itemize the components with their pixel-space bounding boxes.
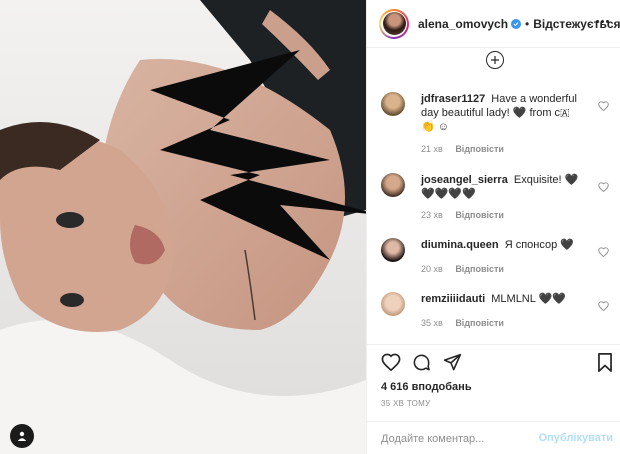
commenter-avatar[interactable] [381,292,405,316]
comment-input[interactable] [381,431,541,447]
tag-icon[interactable] [10,424,34,448]
comment-username[interactable]: jdfraser1127 [421,93,485,105]
post-header: alena_omovych • Відстежується [367,0,620,48]
comment-composer: Опублікувати [367,421,620,454]
post-timestamp: 35 ХВ ТОМУ [381,399,431,408]
verified-badge-icon [511,18,522,29]
reply-button[interactable]: Відповісти [455,318,504,328]
likes-count[interactable]: 4 616 вподобань [381,381,472,393]
comment-text-block: joseangel_sierra Exquisite! 🖤🖤🖤🖤🖤 [421,173,586,201]
comment-age: 35 хв [421,318,443,328]
commenter-avatar[interactable] [381,92,405,116]
following-button[interactable]: Відстежується [533,17,620,31]
comment-username[interactable]: remziiiidauti [421,293,485,305]
comment-text: MLMLNL 🖤🖤 [491,293,566,305]
like-comment-icon[interactable] [598,298,609,316]
comment-item: diumina.queen Я спонсор 🖤 20 хв Відповіс… [381,238,613,278]
comment-item: joseangel_sierra Exquisite! 🖤🖤🖤🖤🖤 23 хв … [381,173,613,220]
comment-meta: 20 хв Відповісти [421,264,514,274]
post-photo[interactable] [0,0,366,454]
post-actions: 4 616 вподобань 35 ХВ ТОМУ Опублікувати [367,344,620,450]
commenter-avatar[interactable] [381,173,405,197]
reply-button[interactable]: Відповісти [455,210,504,220]
comment-meta: 21 хв Відповісти [421,144,514,154]
author-avatar[interactable] [379,8,409,39]
post-side-panel: alena_omovych • Відстежується jdfraser11… [366,0,620,454]
comment-meta: 35 хв Відповісти [421,318,514,328]
comment-text-block: jdfraser1127 Have a wonderful day beauti… [421,92,586,134]
comment-username[interactable]: diumina.queen [421,239,499,251]
comment-bubble-icon[interactable] [412,353,431,377]
comment-age: 21 хв [421,144,443,154]
like-comment-icon[interactable] [598,244,609,262]
like-comment-icon[interactable] [598,179,609,197]
more-options-icon[interactable] [596,20,609,23]
publish-button[interactable]: Опублікувати [539,432,613,444]
reply-button[interactable]: Відповісти [455,264,504,274]
reply-button[interactable]: Відповісти [455,144,504,154]
comment-text: Я спонсор 🖤 [504,239,574,251]
header-separator: • [525,16,530,31]
comment-item: remziiiidauti MLMLNL 🖤🖤 35 хв Відповісти [381,292,613,332]
comment-item: jdfraser1127 Have a wonderful day beauti… [381,92,613,154]
share-direct-icon[interactable] [443,353,462,377]
comment-text-block: remziiiidauti MLMLNL 🖤🖤 [421,292,586,306]
bookmark-icon[interactable] [597,353,613,377]
author-username[interactable]: alena_omovych [418,17,508,31]
commenter-avatar[interactable] [381,238,405,262]
load-more-comments-icon[interactable] [486,51,504,69]
like-comment-icon[interactable] [598,98,609,116]
photo-illustration [0,0,366,454]
comment-age: 23 хв [421,210,443,220]
comment-username[interactable]: joseangel_sierra [421,174,508,186]
comment-age: 20 хв [421,264,443,274]
like-heart-icon[interactable] [381,353,401,376]
comment-text-block: diumina.queen Я спонсор 🖤 [421,238,586,252]
comment-meta: 23 хв Відповісти [421,210,514,220]
